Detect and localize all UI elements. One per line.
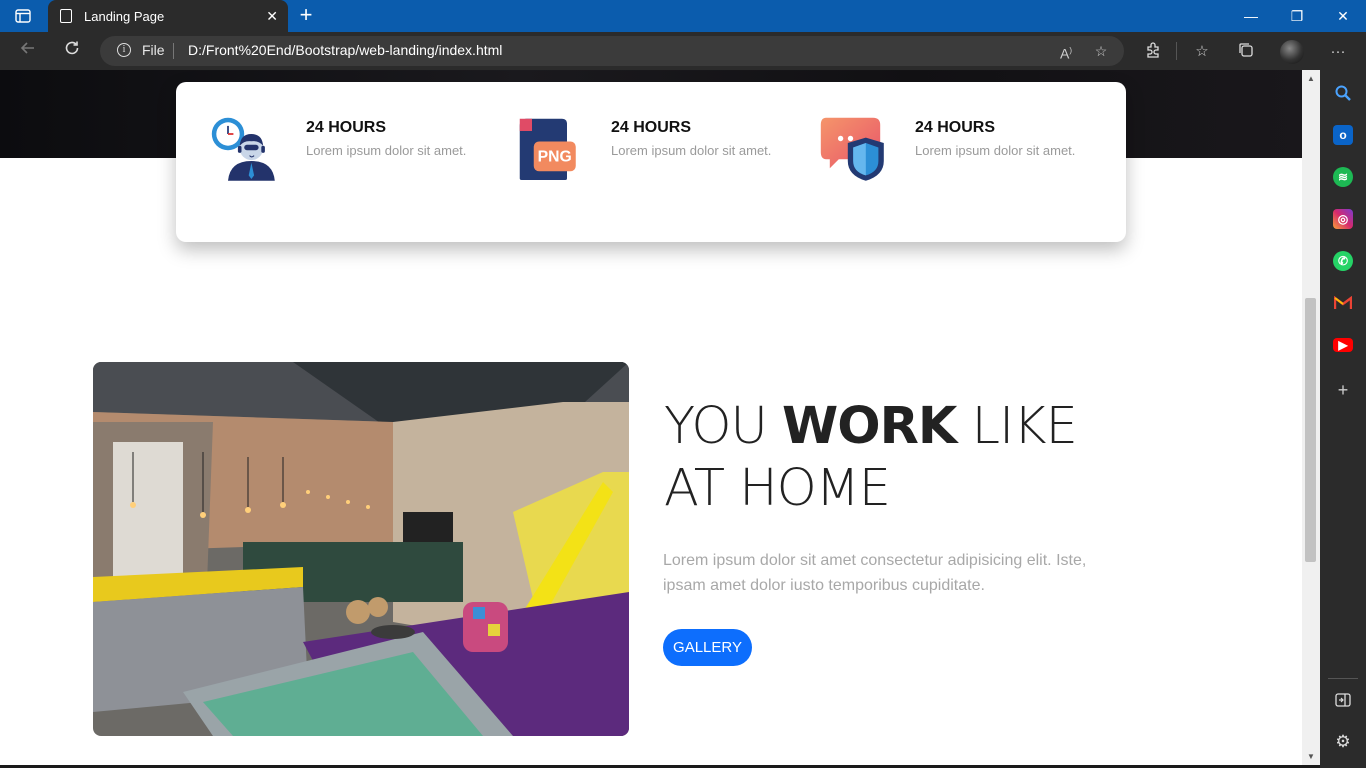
url-text[interactable]: D:/Front%20End/Bootstrap/web-landing/ind… <box>188 42 502 58</box>
info-icon[interactable]: i <box>117 43 131 57</box>
png-icon-label: PNG <box>538 149 572 166</box>
feature-item: 24 HOURS Lorem ipsum dolor sit amet. <box>176 82 476 242</box>
browser-title-bar: Landing Page ✕ + — ❐ ✕ <box>0 0 1366 32</box>
refresh-button[interactable] <box>58 38 86 64</box>
headline-emphasis: WORK <box>782 397 957 456</box>
collections-icon[interactable] <box>1235 41 1257 63</box>
back-button[interactable] <box>14 38 42 64</box>
gallery-button[interactable]: GALLERY <box>663 629 752 666</box>
scroll-thumb[interactable] <box>1305 298 1316 562</box>
feature-item: 24 HOURS Lorem ipsum dolor sit amet. <box>784 82 1084 242</box>
edge-sidebar: o ≋ ◎ ✆ ▶ + ⚙ <box>1320 70 1366 768</box>
divider <box>173 43 174 59</box>
restore-button[interactable]: ❐ <box>1274 0 1320 32</box>
settings-icon[interactable]: ⚙ <box>1333 732 1353 752</box>
feature-item: PNG 24 HOURS Lorem ipsum dolor sit amet. <box>480 82 780 242</box>
instagram-icon[interactable]: ◎ <box>1333 209 1353 229</box>
page-icon <box>60 9 72 23</box>
support-agent-icon <box>211 117 275 181</box>
tab-landing-page[interactable]: Landing Page ✕ <box>48 0 288 32</box>
toolbar-divider <box>1176 42 1177 60</box>
refresh-icon <box>65 41 79 55</box>
page-viewport: 24 HOURS Lorem ipsum dolor sit amet. PNG… <box>0 70 1302 768</box>
scroll-down-icon[interactable]: ▼ <box>1302 750 1320 764</box>
png-file-icon: PNG <box>519 118 576 180</box>
favorites-icon[interactable]: ☆ <box>1191 41 1213 63</box>
feature-title: 24 HOURS <box>611 119 692 136</box>
sidebar-toggle-icon[interactable] <box>1333 690 1353 710</box>
spotify-icon[interactable]: ≋ <box>1333 167 1353 187</box>
more-menu-icon[interactable]: ··· <box>1327 41 1349 63</box>
feature-description: Lorem ipsum dolor sit amet. <box>611 143 772 158</box>
office-lounge-photo <box>93 362 629 736</box>
outlook-icon[interactable]: o <box>1333 125 1353 145</box>
add-icon[interactable]: + <box>1333 380 1353 400</box>
tab-actions-icon[interactable] <box>0 0 46 32</box>
tab-close-icon[interactable]: ✕ <box>266 8 278 25</box>
back-arrow-icon <box>20 42 34 54</box>
feature-description: Lorem ipsum dolor sit amet. <box>915 143 1076 158</box>
profile-avatar[interactable] <box>1280 40 1304 64</box>
whatsapp-icon[interactable]: ✆ <box>1333 251 1353 271</box>
feature-title: 24 HOURS <box>915 119 996 136</box>
about-paragraph: Lorem ipsum dolor sit amet consectetur a… <box>663 552 1087 594</box>
youtube-icon[interactable]: ▶ <box>1333 338 1353 352</box>
secure-chat-icon <box>820 117 884 181</box>
address-bar[interactable]: i File D:/Front%20End/Bootstrap/web-land… <box>100 36 1124 66</box>
features-card: 24 HOURS Lorem ipsum dolor sit amet. PNG… <box>176 82 1126 242</box>
sidebar-divider <box>1328 678 1358 679</box>
tab-title: Landing Page <box>84 8 165 24</box>
minimize-button[interactable]: — <box>1228 0 1274 32</box>
headline-part-1: YOU <box>664 397 783 456</box>
read-aloud-icon[interactable]: A) <box>1055 41 1077 62</box>
feature-title: 24 HOURS <box>306 119 387 136</box>
extensions-icon[interactable] <box>1142 41 1164 63</box>
close-window-button[interactable]: ✕ <box>1320 0 1366 32</box>
search-icon[interactable] <box>1333 83 1353 103</box>
favorite-star-icon[interactable]: ☆ <box>1090 41 1112 61</box>
feature-description: Lorem ipsum dolor sit amet. <box>306 143 467 158</box>
gmail-icon[interactable] <box>1333 293 1353 313</box>
browser-toolbar: i File D:/Front%20End/Bootstrap/web-land… <box>0 32 1366 70</box>
page-scrollbar[interactable]: ▲ ▼ <box>1302 70 1320 768</box>
scroll-up-icon[interactable]: ▲ <box>1302 72 1320 86</box>
new-tab-button[interactable]: + <box>294 4 318 28</box>
about-headline: YOU WORK LIKE AT HOME <box>664 396 1124 520</box>
scheme-label: File <box>142 42 165 58</box>
